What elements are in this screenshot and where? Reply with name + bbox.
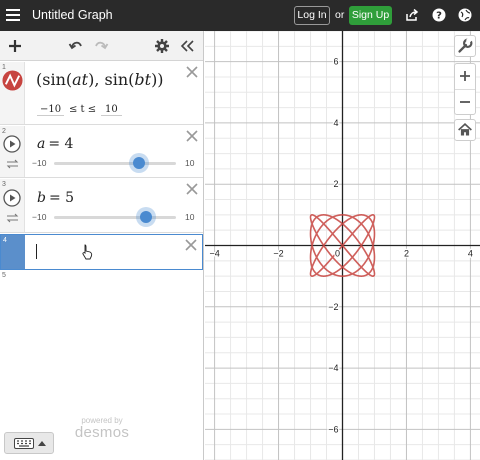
expression-math[interactable]: (sin(at), sin(bt)) [36,70,164,89]
row-gutter: 1 [0,62,25,124]
slider-max[interactable]: 10 [185,158,194,168]
row-gutter: 2 [0,126,25,177]
close-icon[interactable] [186,183,198,195]
text-cursor [36,244,37,259]
expression-row-4[interactable]: 4 [0,234,203,270]
x-tick-label: 2 [404,249,409,259]
row-gutter: 3 [0,179,25,232]
loop-icon[interactable] [6,159,19,169]
slider-min[interactable]: −10 [32,158,46,168]
domain-label: ≤ t ≤ [69,104,97,115]
desmos-logo: desmos [74,424,130,441]
row-number: 5 [2,272,6,279]
expression-panel: 1 (sin(at), sin(bt)) −10 ≤ t ≤ 10 2 a = … [0,31,204,460]
keyboard-icon [14,438,34,449]
row-number: 3 [2,181,6,188]
collapse-icon[interactable] [179,38,195,54]
home-icon[interactable] [454,119,476,141]
graph-canvas[interactable]: −4 −2 0 2 4 6 4 2 −2 −4 −6 [205,31,480,460]
caret-up-icon [38,441,46,446]
gear-icon[interactable] [154,38,170,54]
expression-row-2[interactable]: 2 a = 4 −10 10 [0,126,203,178]
y-tick-label: 4 [333,118,338,128]
y-tick-label: −2 [328,302,338,312]
x-tick-label: −4 [209,249,219,259]
hamburger-menu-icon[interactable] [6,7,20,23]
slider-expression[interactable]: b = 5 [37,190,74,206]
wrench-icon[interactable] [454,35,476,57]
x-tick-label: 4 [468,249,473,259]
row-gutter: 4 [1,235,25,269]
close-icon[interactable] [185,239,197,251]
slider-handle[interactable] [133,157,146,169]
expression-row-3[interactable]: 3 b = 5 −10 10 [0,179,203,233]
domain-max-input[interactable]: 10 [101,104,122,116]
help-icon[interactable]: ? [432,8,446,22]
zoom-out-icon[interactable] [455,90,475,114]
close-icon[interactable] [186,130,198,142]
undo-icon[interactable] [68,38,84,54]
zoom-in-icon[interactable] [455,64,475,89]
row-number: 2 [2,128,6,135]
slider-track[interactable] [54,216,176,219]
play-icon[interactable] [3,189,21,207]
zoom-controls [454,63,476,115]
or-text: or [335,9,345,21]
expression-row-5[interactable]: 5 [0,270,203,292]
powered-by-desmos[interactable]: powered by desmos [74,416,130,441]
play-icon[interactable] [3,135,21,153]
expression-row-1[interactable]: 1 (sin(at), sin(bt)) −10 ≤ t ≤ 10 [0,62,203,125]
globe-icon[interactable] [458,8,472,22]
slider-handle[interactable] [139,211,152,223]
pointer-cursor-icon [82,244,93,260]
slider-max[interactable]: 10 [185,212,194,222]
domain-min-input[interactable]: −10 [37,104,65,116]
share-icon[interactable] [405,8,419,22]
slider-track[interactable] [54,162,176,165]
loop-icon[interactable] [6,213,19,223]
redo-icon[interactable] [93,38,109,54]
slider-expression[interactable]: a = 4 [37,136,73,152]
x-tick-label: −2 [273,249,283,259]
slider-min[interactable]: −10 [32,212,46,222]
signup-button[interactable]: Sign Up [349,6,392,25]
y-tick-label: 6 [333,57,338,67]
graph-title[interactable]: Untitled Graph [32,8,113,22]
curve-color-icon[interactable] [2,70,23,91]
x-tick-label: 0 [335,249,340,259]
y-tick-label: −6 [328,424,338,434]
expression-toolbar [0,31,203,61]
add-icon[interactable] [7,38,23,54]
y-tick-label: −4 [328,363,338,373]
svg-text:?: ? [436,11,442,22]
close-icon[interactable] [186,66,198,78]
keyboard-toggle-button[interactable] [4,432,54,454]
top-bar: Untitled Graph Log In or Sign Up ? [0,0,480,31]
y-tick-label: 2 [333,179,338,189]
row-number: 4 [3,237,7,244]
login-button[interactable]: Log In [294,6,330,25]
